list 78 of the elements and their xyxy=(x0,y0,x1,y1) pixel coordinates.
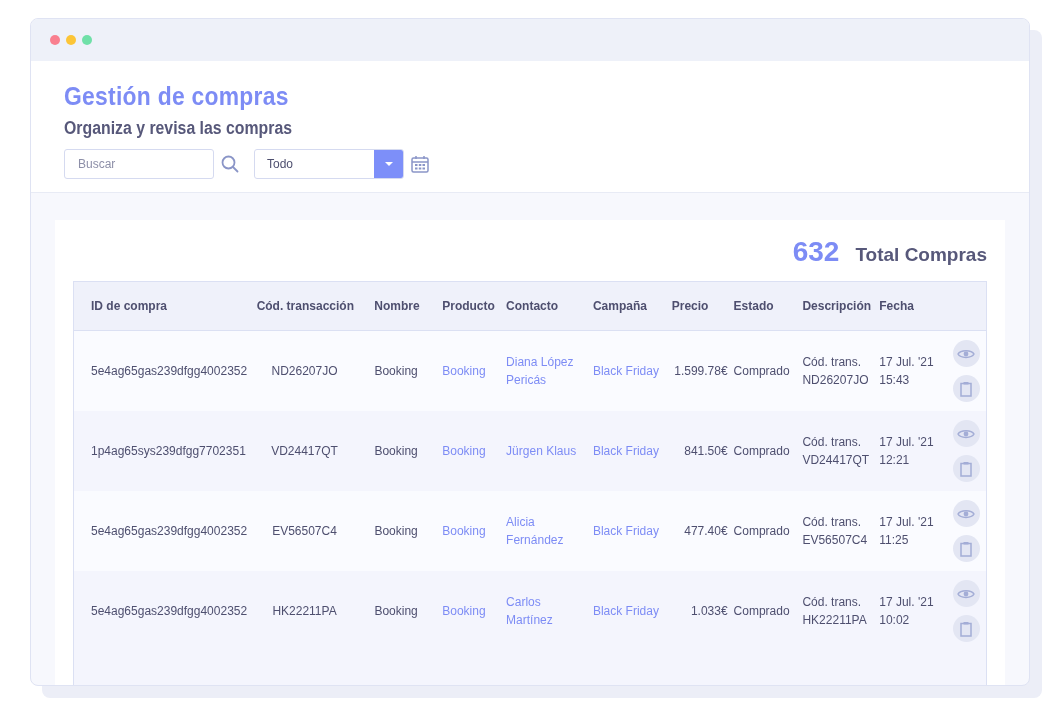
product-link[interactable]: Booking xyxy=(442,362,507,380)
table-cell-text: Cód. trans. VD24417QT xyxy=(802,434,871,469)
eye-icon xyxy=(957,427,976,440)
table-cell-text: 5e4ag65gas239dfgg4002352 xyxy=(91,523,249,540)
table-cell-text: HK22211PA xyxy=(271,603,338,620)
view-button[interactable] xyxy=(952,580,980,607)
contact-link[interactable]: Carlos Martínez xyxy=(506,593,593,629)
clipboard-icon xyxy=(960,620,973,637)
clipboard-icon xyxy=(960,540,973,557)
table-cell-text: 1.599.78€ xyxy=(673,363,729,380)
contact-link[interactable]: Diana López Pericás xyxy=(506,353,593,389)
table-cell-text: Comprado xyxy=(733,443,791,460)
delete-button[interactable] xyxy=(952,455,980,482)
contact-link[interactable]: Jürgen Klaus xyxy=(506,442,593,460)
product-link[interactable]: Booking xyxy=(442,522,507,540)
table-cell-text: 1.033€ xyxy=(689,603,729,620)
table-cell-text: Booking xyxy=(374,603,419,620)
page-subtitle: Organiza y revisa las compras xyxy=(64,118,294,139)
contact-link[interactable]: Alicia Fernández xyxy=(506,513,593,549)
view-button[interactable] xyxy=(952,500,980,527)
search-field[interactable]: Buscar xyxy=(64,149,214,179)
table-cell-text: Cód. trans. ND26207JO xyxy=(802,354,870,389)
table-cell-text: 17 Jul. '21 10:02 xyxy=(879,594,935,629)
eye-icon xyxy=(957,347,976,360)
filter-dropdown[interactable]: Todo xyxy=(254,149,404,179)
maximize-dot-icon[interactable] xyxy=(82,35,92,45)
table-cell-text: Booking xyxy=(374,523,419,540)
close-dot-icon[interactable] xyxy=(50,35,60,45)
column-header: Nombre xyxy=(374,299,421,313)
delete-button[interactable] xyxy=(952,535,980,562)
table-cell-text: Cód. trans. HK22211PA xyxy=(802,594,868,629)
product-link[interactable]: Booking xyxy=(442,602,507,620)
total-label: Total Compras xyxy=(855,244,987,266)
product-link[interactable]: Booking xyxy=(442,442,507,460)
eye-icon xyxy=(957,587,976,600)
column-header: Campaña xyxy=(592,299,648,313)
clipboard-icon xyxy=(960,460,973,477)
table-cell-text: EV56507C4 xyxy=(271,523,338,540)
column-header: Producto xyxy=(442,299,496,313)
delete-button[interactable] xyxy=(952,375,980,402)
calendar-icon[interactable] xyxy=(411,155,429,173)
column-header: Contacto xyxy=(506,299,560,313)
table-cell-text: 17 Jul. '21 15:43 xyxy=(879,354,935,389)
table-cell-text: 841.50€ xyxy=(683,443,729,460)
eye-icon xyxy=(957,507,976,520)
table-cell-text: Cód. trans. EV56507C4 xyxy=(802,514,869,549)
table-cell-text: Comprado xyxy=(733,603,791,620)
column-header: Descripción xyxy=(802,299,873,313)
column-header: Fecha xyxy=(879,299,915,313)
table-cell-text: 477.40€ xyxy=(683,523,729,540)
table-cell-text: Booking xyxy=(374,443,419,460)
table-cell-text: 1p4ag65sys239dfgg7702351 xyxy=(91,443,247,460)
column-header: Precio xyxy=(670,299,710,313)
table-cell-text: Booking xyxy=(374,363,419,380)
minimize-dot-icon[interactable] xyxy=(66,35,76,45)
total-count: 632 xyxy=(792,236,840,268)
column-header: ID de compra xyxy=(91,299,169,313)
campaign-link[interactable]: Black Friday xyxy=(592,602,670,620)
column-header: Estado xyxy=(733,299,775,313)
delete-button[interactable] xyxy=(952,615,980,642)
table-cell-text: Comprado xyxy=(733,363,791,380)
clipboard-icon xyxy=(960,380,973,397)
view-button[interactable] xyxy=(952,420,980,447)
table-cell-text: 17 Jul. '21 12:21 xyxy=(879,434,935,469)
search-icon[interactable] xyxy=(221,155,239,173)
campaign-link[interactable]: Black Friday xyxy=(592,362,670,380)
campaign-link[interactable]: Black Friday xyxy=(592,522,670,540)
view-button[interactable] xyxy=(952,340,980,367)
table-cell-text: ND26207JO xyxy=(270,363,339,380)
column-header: Cód. transacción xyxy=(256,299,355,313)
caret-icon xyxy=(383,161,394,167)
table-cell-text: VD24417QT xyxy=(270,443,339,460)
table-cell-text: 17 Jul. '21 11:25 xyxy=(879,514,935,549)
page-title: Gestión de compras xyxy=(64,81,290,112)
table-cell-text: Comprado xyxy=(733,523,791,540)
table-cell-text: 5e4ag65gas239dfgg4002352 xyxy=(91,603,249,620)
campaign-link[interactable]: Black Friday xyxy=(592,442,670,460)
table-cell-text: 5e4ag65gas239dfgg4002352 xyxy=(91,363,249,380)
